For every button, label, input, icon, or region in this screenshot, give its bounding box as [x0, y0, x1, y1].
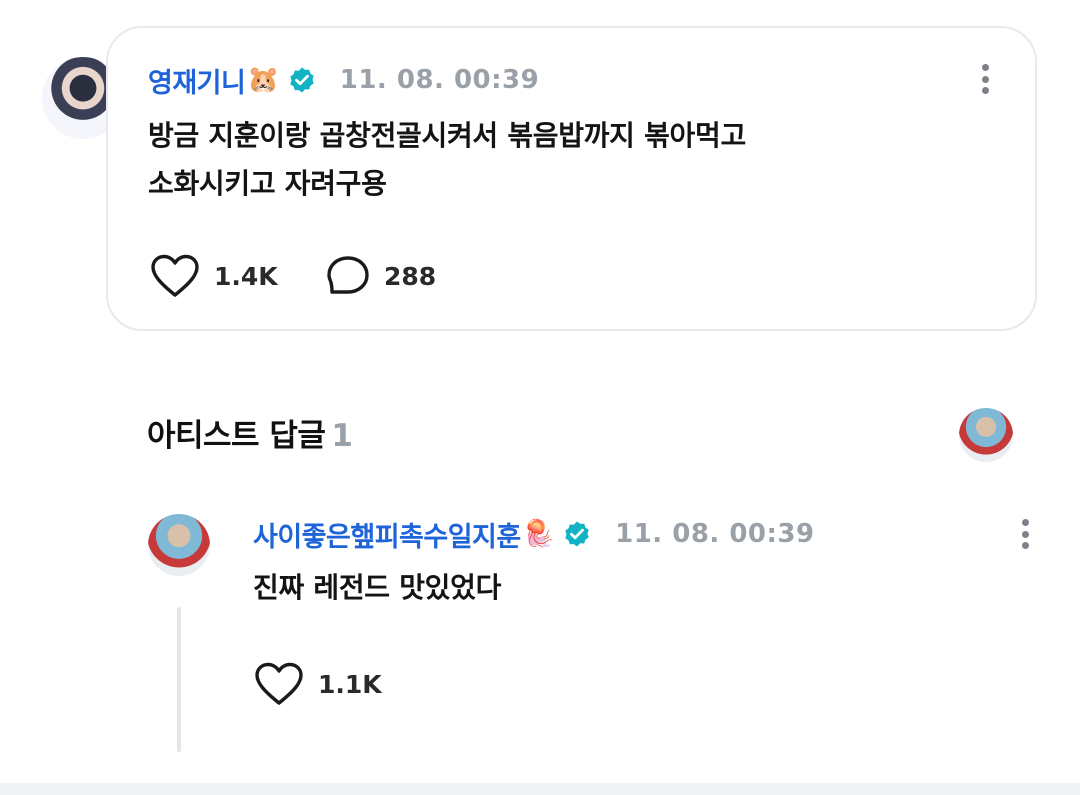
post-timestamp: 11. 08. 00:39 — [339, 65, 540, 95]
hamster-emoji: 🐹 — [247, 65, 280, 95]
reply-like-button[interactable]: 1.1K — [254, 662, 382, 706]
more-vertical-icon[interactable] — [1022, 519, 1030, 549]
post-comment-count: 288 — [384, 261, 437, 291]
reply-timestamp: 11. 08. 00:39 — [615, 519, 815, 549]
verified-badge-icon — [290, 67, 314, 93]
bottom-divider — [0, 783, 1080, 795]
artist-replies-title: 아티스트 답글 — [147, 418, 326, 454]
post-body: 방금 지훈이랑 곱창전골시켜서 볶음밥까지 볶아먹고 소화시키고 자려구용 — [148, 112, 968, 208]
reply-author-avatar[interactable] — [148, 514, 210, 576]
reply-thread-line — [177, 607, 181, 752]
reply-body: 진짜 레전드 맛있었다 — [253, 571, 502, 604]
heart-icon — [255, 662, 303, 705]
comment-bubble-icon — [327, 256, 369, 294]
more-vertical-icon[interactable] — [982, 64, 990, 94]
post-detail-screen: 영재기니 🐹 11. 08. 00:39 방금 지훈이랑 곱창전골시켜서 볶음밥… — [0, 0, 1080, 795]
reply-header: 사이좋은햎피촉수일지훈 🪼 11. 08. 00:39 — [253, 514, 815, 554]
reply-like-count: 1.1K — [318, 669, 382, 699]
post-like-count: 1.4K — [214, 261, 278, 291]
post-card: 영재기니 🐹 11. 08. 00:39 방금 지훈이랑 곱창전골시켜서 볶음밥… — [106, 26, 1037, 331]
artist-avatar[interactable] — [959, 408, 1013, 462]
artist-replies-count: 1 — [331, 418, 353, 454]
post-header: 영재기니 🐹 11. 08. 00:39 — [148, 60, 539, 100]
post-comment-button[interactable]: 288 — [326, 255, 436, 297]
post-author-name[interactable]: 영재기니 — [148, 61, 246, 100]
post-like-button[interactable]: 1.4K — [150, 254, 278, 298]
post-body-line: 방금 지훈이랑 곱창전골시켜서 볶음밥까지 볶아먹고 — [148, 119, 746, 152]
jellyfish-emoji: 🪼 — [522, 519, 556, 549]
artist-replies-heading: 아티스트 답글 1 — [147, 410, 353, 455]
verified-badge-icon — [565, 521, 589, 547]
reply-author-name[interactable]: 사이좋은햎피촉수일지훈 — [253, 515, 521, 554]
post-body-line: 소화시키고 자려구용 — [148, 167, 387, 200]
heart-icon — [151, 254, 199, 297]
